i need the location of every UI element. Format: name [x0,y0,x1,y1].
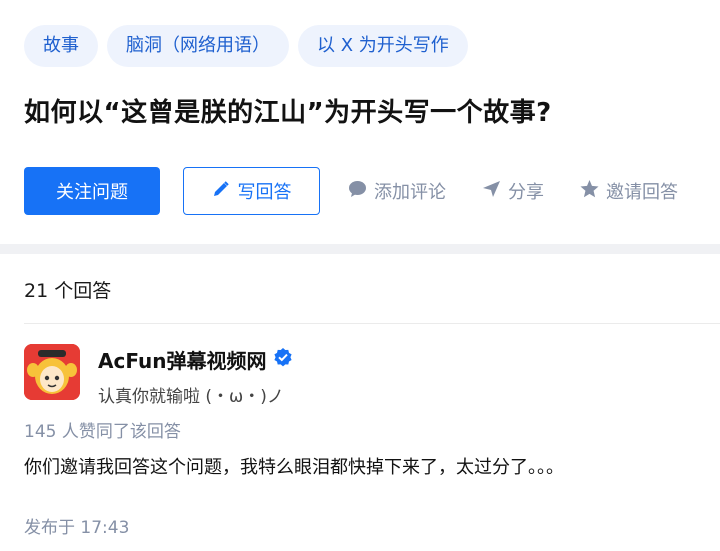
invite-answer-label: 邀请回答 [606,182,678,203]
pencil-icon [212,180,230,203]
author-name-row: AcFun弹幕视频网 [98,345,293,374]
invite-answer-button[interactable]: 邀请回答 [580,178,678,204]
topic-tags: 故事 脑洞（网络用语） 以 X 为开头写作 [24,25,468,67]
author-info: AcFun弹幕视频网 认真你就输啦 (・ω・)ノ [98,344,293,407]
author-name[interactable]: AcFun弹幕视频网 [98,345,266,374]
share-icon [482,180,501,203]
vote-count: 145 人赞同了该回答 [24,422,181,442]
comment-icon [348,180,367,203]
write-answer-button[interactable]: 写回答 [183,167,320,215]
share-button[interactable]: 分享 [482,178,544,204]
publish-time[interactable]: 发布于 17:43 [24,513,129,538]
answer-content[interactable]: 你们邀请我回答这个问题，我特么眼泪都快掉下来了，太过分了。。。 [24,453,564,479]
question-title[interactable]: 如何以“这曾是朕的江山”为开头写一个故事? [24,92,552,129]
question-header: 故事 脑洞（网络用语） 以 X 为开头写作 如何以“这曾是朕的江山”为开头写一个… [0,0,720,244]
section-divider [0,244,720,254]
topic-tag-story[interactable]: 故事 [24,25,98,67]
verified-badge-icon [273,347,293,372]
write-answer-label: 写回答 [237,182,292,203]
star-icon [580,179,599,203]
answer-separator [24,323,720,324]
question-actions: 关注问题 写回答 添加评论 分享 邀请回答 [24,167,678,215]
share-label: 分享 [508,182,544,203]
add-comment-label: 添加评论 [374,182,446,203]
answer-author: AcFun弹幕视频网 认真你就输啦 (・ω・)ノ [24,344,293,407]
topic-tag-brainstorm[interactable]: 脑洞（网络用语） [107,25,289,67]
author-avatar[interactable] [24,344,80,400]
add-comment-button[interactable]: 添加评论 [348,178,446,204]
author-bio: 认真你就输啦 (・ω・)ノ [98,387,284,407]
follow-question-button[interactable]: 关注问题 [24,167,160,215]
topic-tag-writing[interactable]: 以 X 为开头写作 [298,25,468,67]
answer-count: 21 个回答 [24,280,112,302]
